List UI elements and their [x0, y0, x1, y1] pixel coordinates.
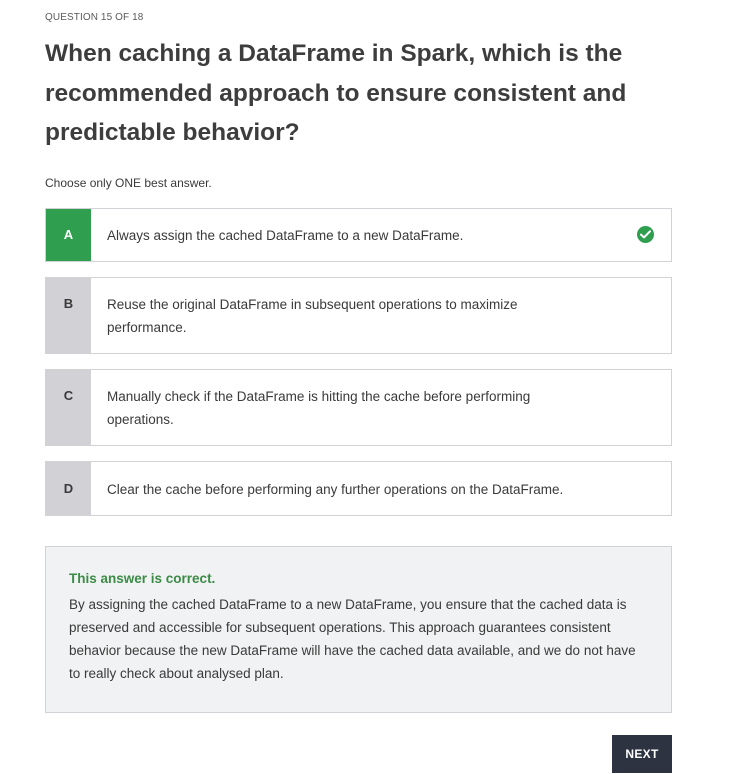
- question-text: When caching a DataFrame in Spark, which…: [45, 40, 627, 146]
- option-letter: B: [46, 278, 91, 353]
- instruction-text: Choose only ONE best answer.: [45, 176, 212, 190]
- option-letter: A: [46, 209, 91, 261]
- option-text: Manually check if the DataFrame is hitti…: [107, 389, 531, 427]
- option-b[interactable]: B Reuse the original DataFrame in subseq…: [45, 277, 672, 354]
- check-circle-icon: [637, 226, 654, 243]
- explanation-panel: This answer is correct. By assigning the…: [45, 546, 672, 713]
- option-text: Clear the cache before performing any fu…: [107, 482, 564, 497]
- option-text: Always assign the cached DataFrame to a …: [107, 228, 464, 243]
- next-button[interactable]: NEXT: [612, 735, 672, 773]
- option-text: Reuse the original DataFrame in subseque…: [107, 297, 518, 335]
- option-a[interactable]: A Always assign the cached DataFrame to …: [45, 208, 672, 262]
- question-counter: QUESTION 15 OF 18: [45, 12, 144, 23]
- option-letter: D: [46, 462, 91, 515]
- option-letter: C: [46, 370, 91, 445]
- result-status: This answer is correct.: [69, 571, 216, 586]
- option-d[interactable]: D Clear the cache before performing any …: [45, 461, 672, 516]
- explanation-text: By assigning the cached DataFrame to a n…: [69, 597, 636, 681]
- option-c[interactable]: C Manually check if the DataFrame is hit…: [45, 369, 672, 446]
